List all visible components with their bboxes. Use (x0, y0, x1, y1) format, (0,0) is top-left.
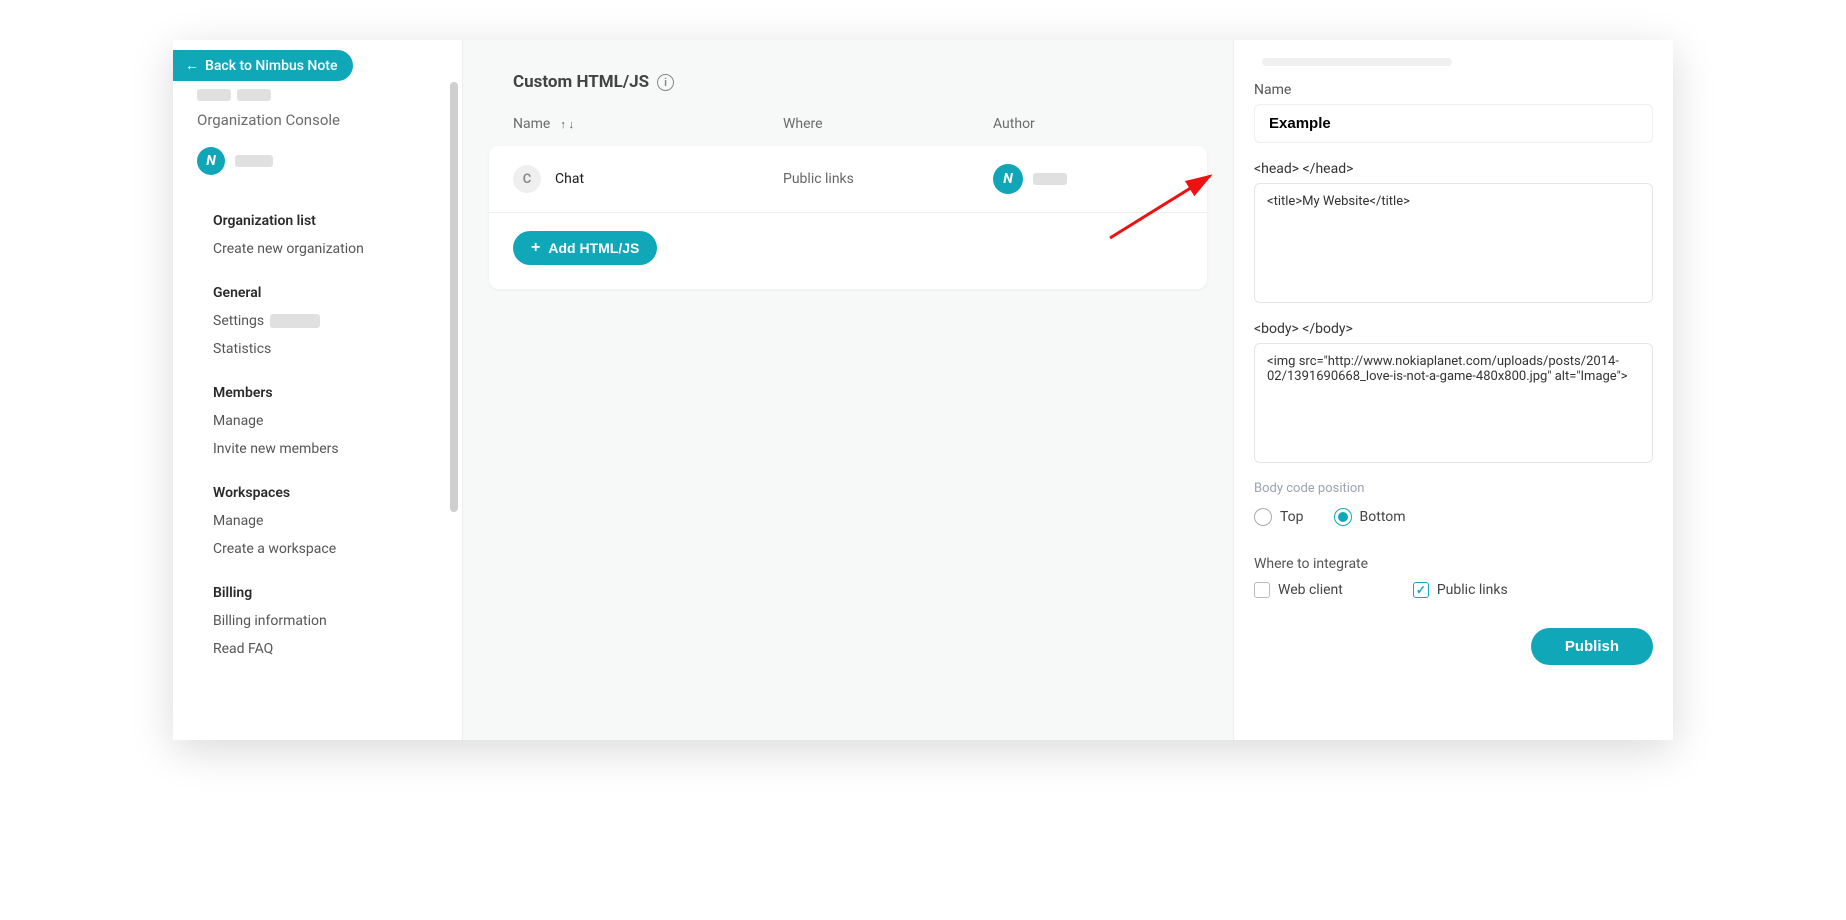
row-name-text: Chat (555, 171, 584, 187)
org-console-label: Organization Console (197, 111, 438, 129)
body-section-label: <body> </body> (1254, 321, 1653, 337)
main-panel: Custom HTML/JS i Name ↑ ↓ Where Author C… (463, 40, 1233, 740)
nav-item-settings[interactable]: Settings (173, 307, 462, 335)
radio-icon (1334, 508, 1352, 526)
row-author: N (993, 164, 1183, 194)
redacted (197, 89, 231, 101)
nav-item-create-org[interactable]: Create new organization (173, 235, 462, 263)
table-header: Name ↑ ↓ Where Author (489, 102, 1207, 146)
current-user-row[interactable]: N (173, 141, 462, 183)
col-author-label[interactable]: Author (993, 116, 1183, 132)
body-code-textarea[interactable] (1254, 343, 1653, 463)
body-position-label: Body code position (1254, 481, 1653, 496)
nav-heading-members: Members (173, 379, 462, 407)
app-window: ← Back to Nimbus Note Organization Conso… (173, 40, 1673, 740)
body-position-radio-group: Top Bottom (1254, 508, 1653, 526)
drawer-grabber (1262, 58, 1452, 66)
table-row[interactable]: C Chat Public links N (489, 146, 1207, 213)
radio-top-label: Top (1280, 509, 1304, 525)
nimbus-avatar-icon: N (993, 164, 1023, 194)
page-title: Custom HTML/JS (513, 72, 649, 92)
row-badge: C (513, 165, 541, 193)
redacted (237, 89, 271, 101)
redacted (235, 155, 273, 167)
radio-icon (1254, 508, 1272, 526)
add-html-js-button[interactable]: + Add HTML/JS (513, 231, 657, 265)
nav-item-read-faq[interactable]: Read FAQ (173, 635, 462, 663)
nav-heading-general: General (173, 279, 462, 307)
nav-heading-organization-list[interactable]: Organization list (173, 207, 462, 235)
scrollbar-track (450, 80, 460, 540)
row-where-text: Public links (783, 171, 993, 187)
nav-item-create-workspace[interactable]: Create a workspace (173, 535, 462, 563)
sort-arrows-icon[interactable]: ↑ ↓ (560, 118, 574, 131)
head-code-textarea[interactable] (1254, 183, 1653, 303)
radio-top[interactable]: Top (1254, 508, 1304, 526)
nav-item-billing-info[interactable]: Billing information (173, 607, 462, 635)
arrow-left-icon: ← (185, 57, 199, 74)
radio-bottom[interactable]: Bottom (1334, 508, 1406, 526)
checkbox-icon (1254, 582, 1270, 598)
nav-item-statistics[interactable]: Statistics (173, 335, 462, 363)
checkbox-public-links[interactable]: Public links (1413, 582, 1508, 598)
checkbox-web-label: Web client (1278, 582, 1343, 598)
redacted (270, 314, 320, 328)
integrate-checkbox-group: Web client Public links (1254, 582, 1653, 598)
nimbus-avatar-icon: N (197, 147, 225, 175)
name-input[interactable] (1254, 104, 1653, 143)
nav-heading-workspaces: Workspaces (173, 479, 462, 507)
info-icon[interactable]: i (657, 74, 674, 91)
add-button-label: Add HTML/JS (548, 240, 639, 256)
plus-icon: + (531, 239, 540, 257)
nav-heading-billing: Billing (173, 579, 462, 607)
nav-item-invite-members[interactable]: Invite new members (173, 435, 462, 463)
scrollbar-thumb[interactable] (450, 82, 458, 512)
col-where-label[interactable]: Where (783, 116, 993, 132)
table: C Chat Public links N + Add HTML/JS (489, 146, 1207, 289)
head-section-label: <head> </head> (1254, 161, 1653, 177)
publish-button[interactable]: Publish (1531, 628, 1653, 665)
name-label: Name (1254, 82, 1653, 98)
nav-item-manage-members[interactable]: Manage (173, 407, 462, 435)
back-to-nimbus-button[interactable]: ← Back to Nimbus Note (173, 50, 353, 81)
where-to-integrate-label: Where to integrate (1254, 556, 1653, 572)
radio-bottom-label: Bottom (1360, 509, 1406, 525)
sidebar: ← Back to Nimbus Note Organization Conso… (173, 40, 463, 740)
checkbox-icon (1413, 582, 1429, 598)
org-block: Organization Console (173, 81, 462, 141)
col-name-label[interactable]: Name (513, 116, 550, 132)
back-label: Back to Nimbus Note (205, 58, 337, 74)
checkbox-web-client[interactable]: Web client (1254, 582, 1343, 598)
edit-drawer: Name <head> </head> <body> </body> Body … (1233, 40, 1673, 740)
redacted (1033, 173, 1067, 185)
checkbox-public-label: Public links (1437, 582, 1508, 598)
nav-item-settings-label: Settings (213, 313, 264, 329)
sidebar-nav: Organization list Create new organizatio… (173, 183, 462, 687)
nav-item-manage-workspaces[interactable]: Manage (173, 507, 462, 535)
